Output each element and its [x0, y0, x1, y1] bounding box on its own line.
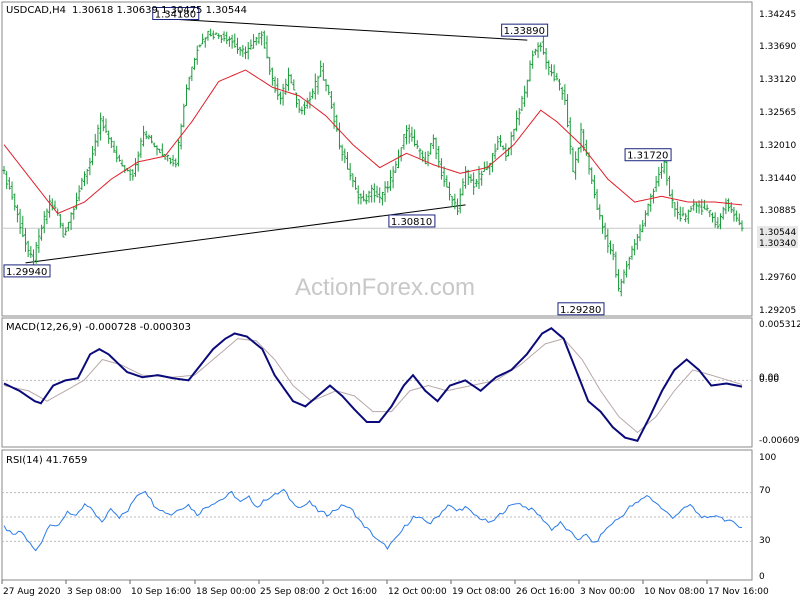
rsi-tick-label: 100	[759, 453, 776, 463]
price-tick-label: 1.34245	[759, 10, 796, 20]
price-tick-label: 1.32565	[759, 108, 796, 118]
price-annotation: 1.31720	[624, 148, 672, 162]
macd-tick-label: -0.006092	[759, 436, 800, 446]
x-tick-label: 27 Aug 2020	[3, 587, 61, 597]
price-annotation-label: 1.29940	[6, 267, 47, 278]
x-tick-label: 18 Sep 00:00	[196, 587, 256, 597]
rsi-title: RSI(14) 41.7659	[6, 455, 87, 466]
rsi-tick-label: 0	[759, 572, 765, 582]
x-tick-label: 3 Nov 00:00	[580, 587, 635, 597]
x-tick-label: 12 Oct 00:00	[388, 587, 447, 597]
x-tick-label: 25 Sep 08:00	[260, 587, 320, 597]
macd-tick-label: 0.00	[759, 373, 779, 383]
x-tick-label: 10 Nov 08:00	[644, 587, 705, 597]
price-tick-label: 1.30544	[759, 228, 796, 238]
macd-tick-label: 0.005312	[759, 320, 800, 330]
price-tick-label: 1.33120	[759, 75, 796, 85]
price-tick-label: 1.30340	[759, 239, 796, 249]
watermark: ActionForex.com	[295, 274, 475, 301]
price-tick-label: 1.33690	[759, 42, 796, 52]
price-annotation: 1.30810	[388, 214, 436, 228]
ohlc-readout: 1.30618 1.30639 1.30475 1.30544	[72, 5, 247, 16]
price-annotation-label: 1.30810	[391, 217, 432, 228]
price-annotation: 1.33890	[501, 23, 549, 37]
chart-canvas: 1.341801.338901.317201.308101.299401.292…	[0, 0, 800, 600]
x-tick-label: 10 Sep 16:00	[131, 587, 191, 597]
rsi-tick-label: 30	[759, 536, 771, 546]
price-annotation-label: 1.29280	[560, 305, 601, 316]
price-tick-label: 1.29760	[759, 273, 796, 283]
x-tick-label: 2 Oct 16:00	[324, 587, 377, 597]
price-annotation: 1.29280	[557, 302, 605, 316]
price-annotation-label: 1.31720	[627, 151, 668, 162]
price-tick-label: 1.30885	[759, 206, 796, 216]
price-annotation-label: 1.33890	[504, 26, 545, 37]
macd-title: MACD(12,26,9) -0.000728 -0.000303	[6, 322, 191, 333]
x-tick-label: 19 Oct 08:00	[452, 587, 511, 597]
rsi-tick-label: 70	[759, 486, 771, 496]
price-annotation: 1.29940	[3, 264, 51, 278]
x-tick-label: 26 Oct 16:00	[516, 587, 575, 597]
symbol-label: USDCAD,H4	[6, 5, 66, 16]
price-tick-label: 1.32010	[759, 141, 796, 151]
x-tick-label: 17 Nov 16:00	[708, 587, 769, 597]
price-tick-label: 1.31440	[759, 174, 796, 184]
x-tick-label: 3 Sep 08:00	[67, 587, 122, 597]
price-tick-label: 1.29205	[759, 306, 796, 316]
